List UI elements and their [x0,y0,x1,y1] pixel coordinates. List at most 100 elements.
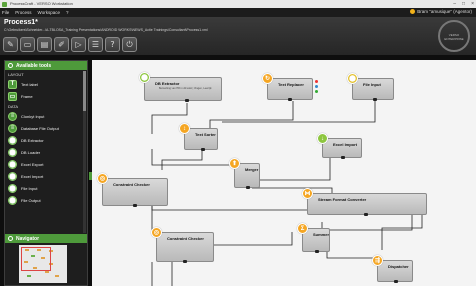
wire [151,149,238,166]
node-excel-import[interactable]: ↓ Excel Import [317,133,362,159]
verso-logo: VERSO ENTERPRISE [438,20,470,52]
navigator-minimap[interactable] [19,245,67,283]
input-icon: ≡ [8,111,17,121]
sorter-icon: ↕ [179,123,190,134]
tool-label: Clonkyt Input [21,113,45,119]
tool-file-input[interactable]: ⬤ File Input [5,182,87,194]
node-file-input[interactable]: ⬤ File Input [347,73,394,101]
tool-frame[interactable]: ▭ Frame [5,90,87,102]
output-port[interactable] [185,99,189,102]
wire [252,155,331,181]
pencil-icon: ✎ [7,39,14,49]
tools-panel-header[interactable]: Available tools [5,61,87,70]
node-label: DB Extractor [155,81,180,86]
node-label: Excel Import [333,142,358,147]
node-text-replacer[interactable]: ↻ Text Replacer [262,73,318,101]
output-port[interactable] [364,213,368,216]
node-constraint-checker-1[interactable]: ◎ Constraint Checker [97,173,168,207]
tool-db-loader[interactable]: ⬤ DB Loader [5,146,87,158]
output-port[interactable] [394,280,398,283]
navigator-title: Navigator [16,235,40,242]
node-label: Stream Format Converter [318,197,367,202]
output-port[interactable] [373,98,377,101]
status-dot-blue [315,85,318,88]
list-icon: ☰ [91,39,100,49]
navigator-panel: Navigator [5,234,87,285]
tool-text-label[interactable]: T Text label [5,78,87,90]
tool-excel-import[interactable]: ⬤ Excel Import [5,170,87,182]
tool-clonkyt-input[interactable]: ≡ Clonkyt Input [5,110,87,122]
edit-button[interactable]: ✐ [54,37,69,52]
user-icon [410,9,416,14]
tools-icon [8,63,13,68]
menu-help[interactable]: ? [66,10,69,15]
list-button[interactable]: ☰ [88,37,103,52]
help-button[interactable]: ? [105,37,120,52]
menu-workspace[interactable]: Workspace [38,10,60,15]
menu-file[interactable]: File [2,10,9,15]
db-extract-icon: ⬤ [8,135,17,145]
output-port[interactable] [133,204,137,207]
tool-excel-export[interactable]: ⬤ Excel Export [5,158,87,170]
menu-process[interactable]: Process [15,10,31,15]
user-name: Bram "amusique" (Agentor) [417,9,472,14]
node-db-extractor[interactable]: ⬤ DB Extractor Bemerking van HR in dit t… [139,72,222,102]
node-label: Merger [245,167,259,172]
node-description: Bemerking van HR in dit tekst | Vragen, … [159,87,212,90]
constraint-checker-icon: ◎ [97,173,108,184]
node-summer[interactable]: Σ Summer [297,223,330,253]
constraint-checker-icon: ◎ [151,227,162,238]
tools-panel-title: Available tools [16,62,52,69]
node-dispatcher[interactable]: ⇶ Dispatcher [372,255,413,283]
status-dot-red [315,80,318,83]
node-label: Text Sorter [195,132,216,137]
output-port[interactable] [183,260,187,263]
question-icon: ? [110,39,115,49]
output-port[interactable] [288,98,292,101]
node-label: Constraint Checker [113,182,150,187]
tool-label: File Input [21,185,38,191]
tool-database-file-output[interactable]: ≡ Database File Output [5,122,87,134]
tool-file-output[interactable]: ⬤ File Output [5,194,87,206]
tool-label: Database File Output [21,125,59,131]
text-icon: T [8,79,17,89]
disk-icon: ▤ [40,39,49,49]
minimize-icon[interactable]: – [453,0,456,8]
wire [222,100,376,123]
new-process-button[interactable]: ✎ [3,37,18,52]
node-stream-format-converter[interactable]: ⋈ Stream Format Converter [302,188,427,216]
node-merger[interactable]: ⬆ Merger [229,158,260,189]
converter-icon: ⋈ [302,188,313,199]
node-constraint-checker-2[interactable]: ◎ Constraint Checker [151,227,214,263]
save-button[interactable]: ▤ [37,37,52,52]
window-icon: ▭ [23,39,32,49]
output-port[interactable] [201,148,205,151]
process-title: Process1* [4,19,38,26]
play-icon: ▷ [75,39,82,49]
tools-scrollbar[interactable] [83,71,86,233]
navigator-viewport[interactable] [21,247,51,271]
close-icon[interactable]: × [471,0,474,8]
output-port[interactable] [315,250,319,253]
summer-icon: Σ [297,223,308,234]
process-canvas[interactable]: ⬤ DB Extractor Bemerking van HR in dit t… [92,60,476,286]
maximize-icon[interactable]: □ [462,0,465,8]
wire [381,215,423,250]
app-icon [2,1,7,7]
node-text-sorter[interactable]: ↕ Text Sorter [179,123,218,151]
user-account[interactable]: Bram "amusique" (Agentor) [410,9,472,14]
plugin-button[interactable]: ⏻ [122,37,137,52]
navigator-header[interactable]: Navigator [5,234,87,243]
tool-db-extractor[interactable]: ⬤ DB Extractor [5,134,87,146]
output-port[interactable] [341,156,345,159]
open-button[interactable]: ▭ [20,37,35,52]
run-button[interactable]: ▷ [71,37,86,52]
window-title: ProcessCraft - VERSO Workstation [10,1,73,6]
scrollbar-thumb[interactable] [83,71,86,111]
tool-label: Frame [21,93,33,99]
tool-label: Excel Import [21,173,44,179]
output-port[interactable] [246,186,250,189]
file-in-icon: ⬤ [8,183,17,193]
database-icon: ≡ [8,123,17,133]
minimap-node [55,275,59,277]
